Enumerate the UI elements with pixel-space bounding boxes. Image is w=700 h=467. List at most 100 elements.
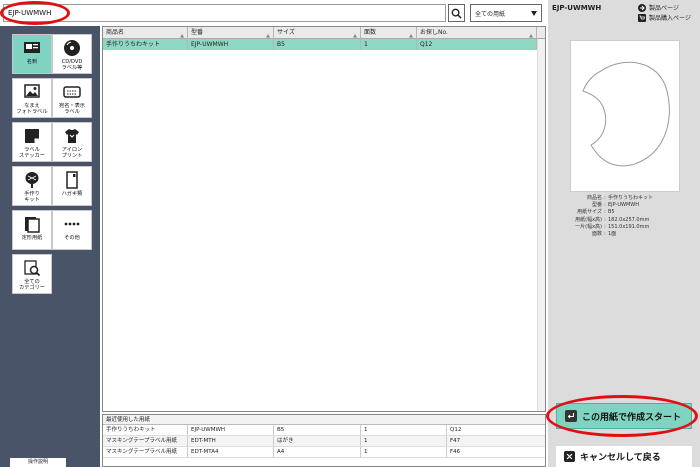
arrow-right-icon <box>638 3 646 12</box>
product-table: 商品名 ▲ 型番 ▲ サイズ ▲ 面数 ▲ お探しNo. ▲ 手作りうちわキット EJP-… <box>102 26 546 412</box>
detail-key: 用紙(幅x高) <box>575 216 602 223</box>
paper-stack-icon <box>22 214 42 234</box>
list-cell: マスキングテープラベル用紙 <box>103 436 188 446</box>
table-scrollbar[interactable] <box>537 39 545 411</box>
business-card-icon <box>22 38 42 58</box>
product-purchase-link-label: 製品購入ページ <box>649 15 691 22</box>
column-header-label: 商品名 <box>106 29 125 36</box>
cancel-label: キャンセルして戻る <box>580 453 661 463</box>
category-meishi[interactable]: 名刺 <box>12 34 52 74</box>
search-button[interactable] <box>448 4 465 22</box>
list-item[interactable]: 手作りうちわキット EJP-UWMWH B5 1 Q12 <box>103 425 545 436</box>
detail-panel: EJP-UWMWH 製品ページ 製品購入ページ 商品名: 手作りうちわキット 型番… <box>548 0 700 467</box>
address-label-icon <box>62 82 82 102</box>
category-label: 名刺 <box>26 59 38 65</box>
category-sticker[interactable]: ラベル ステッカー <box>12 122 52 162</box>
category-teikei[interactable]: 定形用紙 <box>12 210 52 250</box>
product-purchase-link[interactable]: 製品購入ページ <box>638 13 691 22</box>
paper-filter-select[interactable]: 全ての用紙 <box>470 4 542 22</box>
list-cell: EDT-MTH <box>188 436 274 446</box>
detail-row: 面数:1面 <box>562 231 692 238</box>
column-header-faces[interactable]: 面数 ▲ <box>361 27 417 39</box>
category-label: なまえ フォトラベル <box>16 103 48 115</box>
column-header-label: お探しNo. <box>420 29 448 36</box>
column-header-label: サイズ <box>277 29 295 36</box>
list-cell: A4 <box>274 447 361 457</box>
table-cell: B5 <box>274 39 361 50</box>
list-cell: EDT-MTA4 <box>188 447 274 457</box>
detail-value: B5 <box>608 209 615 216</box>
detail-row: 商品名: 手作りうちわキット <box>562 195 692 202</box>
start-creation-button[interactable]: この用紙で作成スタート <box>556 403 692 429</box>
detail-row: 用紙(幅x高):182.0x257.0mm <box>562 217 692 224</box>
start-creation-label: この用紙で作成スタート <box>582 412 682 423</box>
list-cell: EJP-UWMWH <box>188 425 274 435</box>
table-cell: 1 <box>361 39 417 50</box>
detail-key: 面数 <box>591 231 602 238</box>
list-cell: 1 <box>361 425 447 435</box>
table-cell: EJP-UWMWH <box>188 39 274 50</box>
column-header-name[interactable]: 商品名 ▲ <box>103 27 188 39</box>
disc-icon <box>62 38 82 58</box>
column-header-label: 型番 <box>191 29 204 36</box>
category-tezukuri[interactable]: 手作り キット <box>12 166 52 206</box>
column-header-size[interactable]: サイズ ▲ <box>274 27 361 39</box>
detail-row: 一片(幅x高):151.0x191.0mm <box>562 224 692 231</box>
detail-value: 手作りうちわキット <box>608 195 654 201</box>
detail-value: 1面 <box>608 231 617 238</box>
table-row[interactable]: 手作りうちわキット EJP-UWMWH B5 1 Q12 <box>103 39 545 50</box>
category-all[interactable]: 全ての カテゴリー <box>12 254 52 294</box>
detail-key: 一片(幅x高) <box>575 223 602 230</box>
cancel-button[interactable]: キャンセルして戻る <box>556 446 692 467</box>
category-iron[interactable]: アイロン プリント <box>52 122 92 162</box>
list-cell: はがき <box>274 436 361 446</box>
category-cddvd[interactable]: CD/DVD ラベル等 <box>52 34 92 74</box>
detail-row: 用紙サイズ: B5 <box>562 209 692 216</box>
category-label: ラベル ステッカー <box>19 147 45 159</box>
product-page-link[interactable]: 製品ページ <box>638 3 679 12</box>
table-cell: Q12 <box>417 39 537 50</box>
list-cell: マスキングテープラベル用紙 <box>103 447 188 457</box>
category-atena[interactable]: 宛名・表示 ラベル <box>52 78 92 118</box>
tshirt-icon <box>62 126 82 146</box>
product-details: 商品名: 手作りうちわキット 型番: EJP-UWMWH 用紙サイズ: B5 用紙(幅… <box>562 195 692 238</box>
table-header: 商品名 ▲ 型番 ▲ サイズ ▲ 面数 ▲ お探しNo. ▲ <box>103 27 545 39</box>
close-icon <box>564 451 575 462</box>
category-label: 手作り キット <box>24 191 40 203</box>
list-item[interactable]: マスキングテープラベル用紙 EDT-MTA4 A4 1 F46 <box>103 447 545 458</box>
postcard-icon <box>62 170 82 190</box>
category-label: 定形用紙 <box>21 235 43 241</box>
list-cell: B5 <box>274 425 361 435</box>
chevron-down-icon <box>531 11 537 16</box>
category-label: アイロン プリント <box>61 147 83 159</box>
cart-icon <box>638 13 646 22</box>
category-label: CD/DVD ラベル等 <box>61 59 83 71</box>
fan-outline-preview <box>582 61 670 167</box>
help-button[interactable]: 操作説明 <box>10 458 66 467</box>
more-dots-icon <box>62 214 82 234</box>
column-header-model[interactable]: 型番 ▲ <box>188 27 274 39</box>
product-sku: EJP-UWMWH <box>552 4 602 12</box>
detail-key: 用紙サイズ <box>577 209 602 216</box>
search-icon <box>451 8 462 19</box>
category-label: その他 <box>64 235 80 241</box>
category-namae[interactable]: なまえ フォトラベル <box>12 78 52 118</box>
search-input[interactable] <box>3 4 446 22</box>
category-label: 全ての カテゴリー <box>19 279 45 291</box>
recent-papers-panel: 最近使用した用紙 手作りうちわキット EJP-UWMWH B5 1 Q12 マス… <box>102 414 546 467</box>
list-cell: F46 <box>450 449 461 455</box>
list-item[interactable]: マスキングテープラベル用紙 EDT-MTH はがき 1 F47 <box>103 436 545 447</box>
category-label: 宛名・表示 ラベル <box>59 103 85 115</box>
fan-icon <box>22 170 42 190</box>
list-cell: Q12 <box>450 427 462 433</box>
list-cell: 1 <box>361 436 447 446</box>
category-sonota[interactable]: その他 <box>52 210 92 250</box>
search-category-icon <box>22 258 42 278</box>
column-header-search-no[interactable]: お探しNo. ▲ <box>417 27 537 39</box>
help-button-label: 操作説明 <box>27 459 48 465</box>
top-bar: 全ての用紙 <box>0 0 548 26</box>
column-header-label: 面数 <box>364 29 377 36</box>
category-sidebar: 名刺 CD/DVD ラベル等 なまえ フォトラベル 宛名・表示 ラベル ラベル … <box>0 26 100 467</box>
category-hagaki[interactable]: ハガキ類 <box>52 166 92 206</box>
sticker-icon <box>22 126 42 146</box>
